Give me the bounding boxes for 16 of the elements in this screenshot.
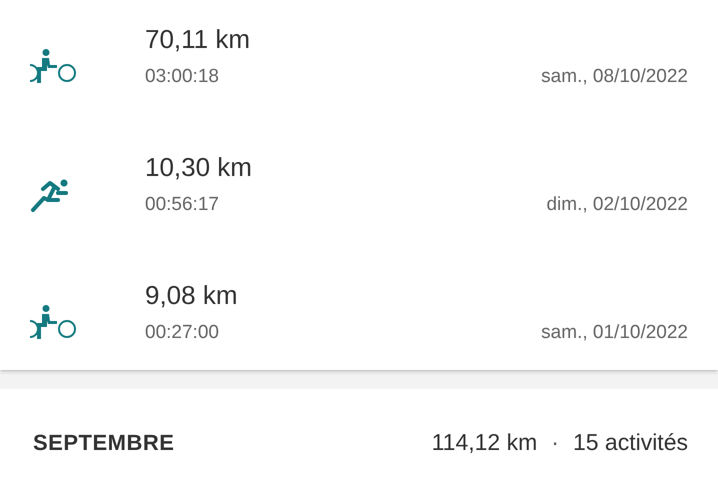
activity-distance: 10,30 km — [145, 151, 253, 184]
activity-date: sam., 08/10/2022 — [541, 66, 688, 88]
cyclist-icon — [30, 305, 76, 339]
activity-count: 15 activités — [572, 429, 688, 456]
activity-duration: 03:00:18 — [145, 66, 219, 88]
activity-duration: 00:27:00 — [145, 322, 219, 344]
runner-icon — [30, 177, 70, 213]
activity-distance: 9,08 km — [145, 279, 238, 312]
month-distance: 114,12 km — [432, 429, 538, 456]
activity-date: sam., 01/10/2022 — [541, 322, 688, 344]
activity-date: dim., 02/10/2022 — [546, 194, 688, 216]
cyclist-icon — [30, 49, 76, 83]
activity-distance: 70,11 km — [145, 23, 252, 56]
activity-duration: 00:56:17 — [145, 194, 219, 216]
month-title: SEPTEMBRE — [33, 430, 174, 456]
separator-dot: · — [551, 429, 559, 456]
